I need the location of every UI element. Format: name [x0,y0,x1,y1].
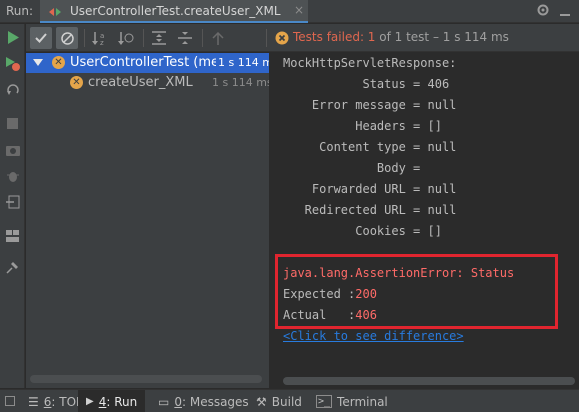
stop-icon [7,118,18,129]
play-icon: ▶ [86,396,94,407]
terminal-tab[interactable]: >_ Terminal [310,390,394,412]
click-to-see-difference-link[interactable]: <Click to see difference> [283,326,579,347]
tree-row-test-method[interactable]: ✕ createUser_XML 1 s 114 ms [26,73,270,93]
export-button[interactable] [4,193,21,210]
pin-tab-button[interactable] [4,259,21,276]
collapse-all-icon [178,32,192,44]
previous-failed-button[interactable] [207,27,229,49]
tree-row-test-class[interactable]: ✕ UserControllerTest (me.c 1 s 114 ms [26,53,269,73]
run-tool-window-header: Run: UserControllerTest.createUser_XML × [0,0,579,23]
tool-window-toggle-icon[interactable] [5,396,15,406]
camera-icon [5,145,20,156]
toolbar-separator [143,29,144,47]
run-tab-label: : Run [106,394,138,409]
sort-duration-icon [118,32,134,45]
expand-all-icon [152,31,166,45]
expand-all-button[interactable] [148,27,170,49]
pin-icon [6,262,18,274]
gear-icon[interactable] [536,3,550,17]
run-label: Run: [6,4,34,18]
console-output: MockHttpServletResponse: Status = 406 Er… [271,53,579,388]
console-line: Redirected URL = null [283,203,457,217]
bottom-tool-window-bar: ☰ 6: TODO ▶ 4: Run ▭ 0: Messages ⚒ Build… [0,389,579,412]
test-runner-toolbar: az Tests failed: 1 of 1 test – 1 s 114 m… [26,24,579,52]
messages-icon: ▭ [158,394,170,409]
play-icon [7,31,19,44]
run-config-tab[interactable]: UserControllerTest.createUser_XML × [40,0,308,23]
failed-icon: ✕ [52,56,65,69]
console-line: Error message = null [283,98,457,112]
build-tab-label: Build [271,394,302,409]
messages-tab[interactable]: ▭ 0: Messages [152,390,255,412]
console-line: Forwarded URL = null [283,182,457,196]
hammer-icon: ⚒ [256,394,267,409]
checkmark-icon [35,33,47,43]
layout-icon [6,229,19,242]
rerun-failed-button[interactable] [4,55,21,72]
run-tab-title: UserControllerTest.createUser_XML [70,4,281,18]
failed-icon: ✕ [70,76,83,89]
rerun-failed-icon [5,56,20,71]
console-line: MockHttpServletResponse: [283,56,457,70]
stop-button[interactable] [4,115,21,132]
close-icon[interactable]: × [294,3,304,17]
toolbar-separator [84,29,85,47]
terminal-tab-label: Terminal [337,394,388,409]
toolbar-separator [202,29,203,47]
rerun-button[interactable] [4,29,21,46]
svg-text:z: z [100,39,104,45]
sort-alpha-icon: az [92,32,104,45]
todo-tab-number: 6 [43,394,52,409]
tests-count-duration: of 1 test – 1 s 114 ms [375,30,509,44]
hide-panel-icon[interactable] [558,4,572,18]
export-icon [5,195,19,208]
test-class-name: UserControllerTest (me.c [70,55,216,70]
sort-by-duration-button[interactable] [115,27,137,49]
sort-alphabetically-button[interactable]: az [89,27,111,49]
test-class-duration: 1 s 114 ms [218,56,269,69]
console-line: Cookies = [] [283,224,442,238]
toggle-auto-test-button[interactable] [4,81,21,98]
left-action-toolbar [0,24,25,388]
run-tab[interactable]: ▶ 4: Run [78,390,146,412]
run-config-icon [49,8,61,16]
auto-test-icon [6,83,19,95]
test-method-name: createUser_XML [88,75,193,90]
run-tab-number: 4 [98,394,107,409]
messages-tab-label: : Messages [181,394,249,409]
messages-tab-number: 0 [174,394,182,409]
show-passed-button[interactable] [30,27,52,49]
console-line: Headers = [] [283,119,442,133]
arrow-up-icon [212,31,224,45]
test-method-duration: 1 s 114 ms [212,76,270,89]
screenshot-button[interactable] [4,141,21,158]
terminal-icon: >_ [316,395,333,408]
toolbar-separator [266,29,267,47]
chevron-down-icon[interactable] [33,57,43,67]
test-status-summary: Tests failed: 1 of 1 test – 1 s 114 ms [293,30,509,44]
show-ignored-button[interactable] [56,27,78,49]
collapse-all-button[interactable] [174,27,196,49]
failed-status-icon [275,31,289,45]
debug-button[interactable] [4,167,21,184]
console-line: Status = 406 [283,77,450,91]
bug-icon [6,171,19,182]
test-results-tree: ✕ UserControllerTest (me.c 1 s 114 ms ✕ … [26,53,270,388]
console-line: Body = [283,161,428,175]
tests-failed-text: Tests failed: 1 [293,30,376,44]
ignored-icon [60,31,74,45]
horizontal-scrollbar[interactable] [283,377,575,385]
list-icon: ☰ [28,394,39,409]
error-highlight-box [275,254,558,329]
horizontal-scrollbar[interactable] [30,375,262,383]
console-line: Content type = null [283,140,457,154]
layout-button[interactable] [4,227,21,244]
build-tab[interactable]: ⚒ Build [250,390,308,412]
